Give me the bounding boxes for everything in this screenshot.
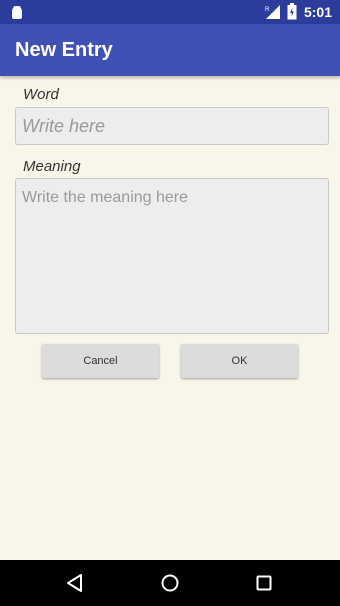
signal-icon: R [265, 5, 280, 19]
meaning-label: Meaning [23, 158, 81, 175]
status-clock: 5:01 [303, 4, 332, 20]
word-label: Word [23, 86, 59, 103]
home-icon[interactable] [157, 570, 183, 596]
back-icon[interactable] [62, 570, 88, 596]
ok-button[interactable]: OK [181, 344, 298, 378]
cancel-button[interactable]: Cancel [42, 344, 159, 378]
android-icon [12, 5, 22, 19]
navigation-bar [0, 560, 340, 606]
meaning-input[interactable] [15, 178, 329, 334]
app-bar: New Entry [0, 24, 340, 76]
battery-icon [287, 3, 297, 20]
status-bar: R 5:01 [0, 0, 340, 24]
svg-text:R: R [265, 7, 270, 13]
page-title: New Entry [15, 39, 113, 61]
word-input[interactable] [15, 107, 329, 145]
recent-apps-icon[interactable] [251, 570, 277, 596]
